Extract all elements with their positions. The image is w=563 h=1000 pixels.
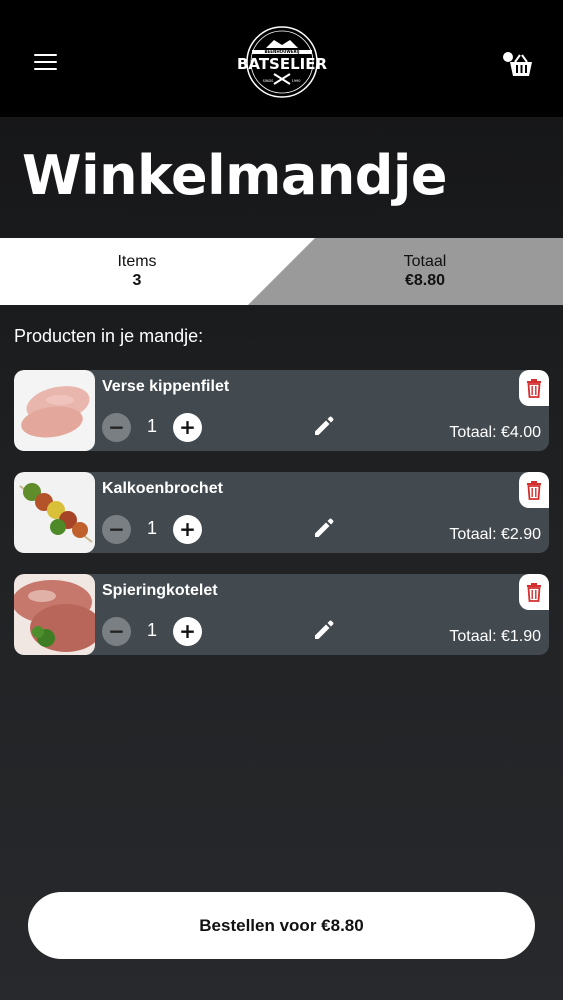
quantity-value: 1 bbox=[146, 518, 157, 538]
delete-item-button[interactable] bbox=[519, 574, 549, 610]
total-label: Totaal bbox=[403, 253, 447, 270]
svg-text:SINDS: SINDS bbox=[263, 79, 275, 83]
pencil-icon[interactable] bbox=[312, 414, 336, 438]
items-value: 3 bbox=[132, 272, 142, 289]
decrease-quantity-button[interactable]: − bbox=[102, 515, 131, 544]
item-total: Totaal: €2.90 bbox=[449, 526, 541, 543]
hamburger-menu-icon[interactable] bbox=[34, 54, 58, 72]
item-total: Totaal: €1.90 bbox=[449, 628, 541, 645]
page-title: Winkelmandje bbox=[22, 144, 448, 207]
cart-item: Spieringkotelet − 1 + Totaal: €1.90 bbox=[14, 574, 549, 655]
total-cell: Totaal €8.80 bbox=[365, 253, 485, 290]
delete-item-button[interactable] bbox=[519, 472, 549, 508]
item-total: Totaal: €4.00 bbox=[449, 424, 541, 441]
order-button[interactable]: Bestellen voor €8.80 bbox=[28, 892, 535, 959]
trash-icon bbox=[527, 379, 541, 398]
quantity-value: 1 bbox=[146, 416, 157, 436]
increase-quantity-button[interactable]: + bbox=[173, 617, 202, 646]
product-image bbox=[14, 472, 95, 553]
product-name: Spieringkotelet bbox=[102, 582, 218, 599]
product-image bbox=[14, 370, 95, 451]
quantity-value: 1 bbox=[146, 620, 157, 640]
increase-quantity-button[interactable]: + bbox=[173, 515, 202, 544]
product-image bbox=[14, 574, 95, 655]
batselier-logo: BEENHOUWERIJ BATSELIER SINDS 1990 bbox=[237, 26, 328, 98]
cart-item: Kalkoenbrochet − 1 + Totaal: €2.90 bbox=[14, 472, 549, 553]
pencil-icon[interactable] bbox=[312, 618, 336, 642]
cart-summary: Items 3 Totaal €8.80 bbox=[0, 238, 563, 305]
trash-icon bbox=[527, 481, 541, 500]
product-name: Kalkoenbrochet bbox=[102, 480, 223, 497]
pencil-icon[interactable] bbox=[312, 516, 336, 540]
increase-quantity-button[interactable]: + bbox=[173, 413, 202, 442]
svg-text:BATSELIER: BATSELIER bbox=[237, 55, 328, 73]
section-label: Producten in je mandje: bbox=[14, 326, 204, 346]
user-basket-icon[interactable] bbox=[501, 50, 535, 78]
items-count-cell: Items 3 bbox=[88, 253, 186, 290]
decrease-quantity-button[interactable]: − bbox=[102, 617, 131, 646]
decrease-quantity-button[interactable]: − bbox=[102, 413, 131, 442]
cart-item: Verse kippenfilet − 1 + Totaal: €4.00 bbox=[14, 370, 549, 451]
svg-text:BEENHOUWERIJ: BEENHOUWERIJ bbox=[264, 49, 300, 54]
trash-icon bbox=[527, 583, 541, 602]
svg-text:1990: 1990 bbox=[292, 79, 301, 83]
total-value: €8.80 bbox=[404, 272, 446, 289]
delete-item-button[interactable] bbox=[519, 370, 549, 406]
items-label: Items bbox=[117, 253, 157, 270]
product-name: Verse kippenfilet bbox=[102, 378, 230, 395]
top-bar: BEENHOUWERIJ BATSELIER SINDS 1990 bbox=[0, 0, 563, 117]
